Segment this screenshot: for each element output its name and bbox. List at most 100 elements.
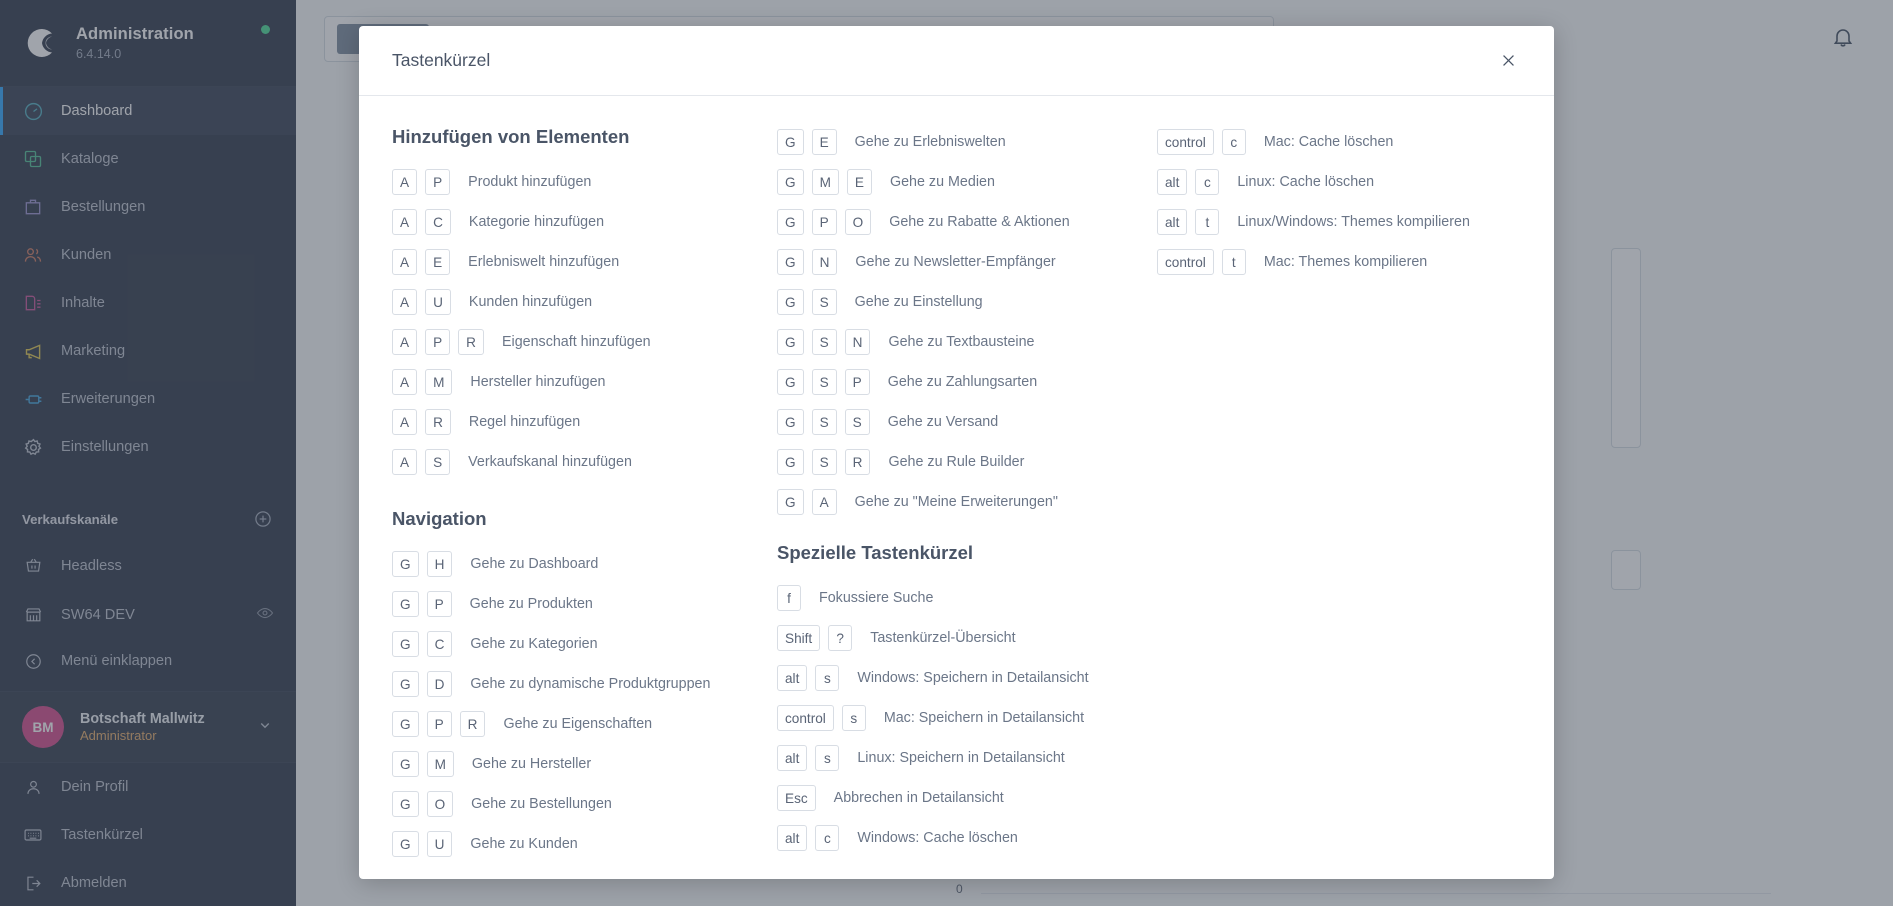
key-cap: G: [777, 209, 804, 235]
modal-column-3: control c Mac: Cache löschen alt c Linux: Cac…: [1157, 122, 1554, 869]
shortcuts-modal: Tastenkürzel Hinzufügen von Elementen AP…: [359, 26, 1554, 879]
key-cap: s: [841, 705, 866, 731]
shortcut-row: G S N Gehe zu Textbausteine: [777, 322, 1157, 362]
key-cap: G: [777, 129, 804, 155]
shortcut-label: Eigenschaft hinzufügen: [501, 334, 651, 350]
key-cap: G: [777, 449, 804, 475]
shortcut-row: G S P Gehe zu Zahlungsarten: [777, 362, 1157, 402]
key-cap: alt: [777, 745, 808, 771]
key-cap: control: [1157, 129, 1214, 155]
shortcut-label: Gehe zu Versand: [887, 414, 999, 430]
shortcut-label: Gehe zu Einstellung: [854, 294, 983, 310]
shortcut-row: G A Gehe zu "Meine Erweiterungen": [777, 482, 1157, 522]
shortcut-label: Gehe zu Kategorien: [470, 636, 598, 652]
shortcut-label: Gehe zu Rabatte & Aktionen: [889, 214, 1070, 230]
shortcut-label: Windows: Speichern in Detailansicht: [857, 670, 1089, 686]
key-cap: S: [811, 289, 837, 315]
key-cap: O: [844, 209, 872, 235]
key-cap: G: [392, 711, 419, 737]
key-cap: A: [392, 449, 418, 475]
shortcut-row: Shift? Tastenkürzel-Übersicht: [777, 618, 1157, 658]
key-cap: C: [426, 631, 453, 657]
shortcut-row: G P Gehe zu Produkten: [392, 584, 777, 624]
shortcut-row: alt s Windows: Speichern in Detailansicht: [777, 658, 1157, 698]
key-cap: control: [777, 705, 834, 731]
key-cap: t: [1221, 249, 1246, 275]
shortcut-label: Mac: Cache löschen: [1263, 134, 1394, 150]
key-cap: U: [425, 289, 451, 315]
section-heading-add-elements: Hinzufügen von Elementen: [392, 126, 630, 147]
shortcut-row: A C Kategorie hinzufügen: [392, 202, 777, 242]
key-cap: t: [1195, 209, 1220, 235]
shortcut-row: G E Gehe zu Erlebniswelten: [777, 122, 1157, 162]
shortcut-label: Hersteller hinzufügen: [470, 374, 606, 390]
key-cap: G: [392, 751, 419, 777]
shortcut-row: G C Gehe zu Kategorien: [392, 624, 777, 664]
key-cap: G: [777, 249, 804, 275]
key-cap: E: [846, 169, 872, 195]
key-cap: c: [815, 825, 840, 851]
key-cap: R: [425, 409, 451, 435]
shortcut-row: G S R Gehe zu Rule Builder: [777, 442, 1157, 482]
shortcut-label: Fokussiere Suche: [819, 590, 934, 606]
shortcut-row: control c Mac: Cache löschen: [1157, 122, 1554, 162]
key-cap: f: [777, 585, 801, 611]
key-cap: G: [392, 831, 419, 857]
key-cap: E: [811, 129, 837, 155]
key-cap: A: [392, 209, 418, 235]
shortcut-label: Erlebniswelt hinzufügen: [468, 254, 620, 270]
key-cap: N: [844, 329, 871, 355]
key-cap: alt: [777, 825, 808, 851]
key-cap: G: [392, 791, 419, 817]
shortcut-label: Gehe zu Rule Builder: [888, 454, 1025, 470]
key-cap: M: [811, 169, 839, 195]
key-cap: R: [458, 329, 484, 355]
key-cap: P: [844, 369, 870, 395]
shortcut-label: Kategorie hinzufügen: [468, 214, 605, 230]
key-cap: U: [426, 831, 453, 857]
key-cap: alt: [1157, 209, 1188, 235]
key-cap: G: [777, 409, 804, 435]
key-cap: S: [811, 329, 837, 355]
key-cap: D: [426, 671, 453, 697]
key-cap: G: [777, 369, 804, 395]
shortcut-label: Gehe zu Newsletter-Empfänger: [855, 254, 1056, 270]
shortcut-label: Gehe zu Produkten: [469, 596, 593, 612]
shortcut-label: Verkaufskanal hinzufügen: [468, 454, 632, 470]
key-cap: S: [844, 409, 870, 435]
shortcut-label: Linux: Cache löschen: [1237, 174, 1375, 190]
shortcut-row: G H Gehe zu Dashboard: [392, 544, 777, 584]
shortcut-row: A P Produkt hinzufügen: [392, 162, 777, 202]
key-cap: P: [811, 209, 837, 235]
shortcut-list-special-continued: control c Mac: Cache löschen alt c Linux: Cac…: [1157, 122, 1554, 282]
shortcut-label: Linux/Windows: Themes kompilieren: [1237, 214, 1470, 230]
modal-header: Tastenkürzel: [359, 26, 1554, 96]
shortcut-label: Regel hinzufügen: [468, 414, 581, 430]
key-cap: control: [1157, 249, 1214, 275]
app-root: Administration 6.4.14.0 Dashboard: [0, 0, 1893, 906]
shortcut-row: alt c Windows: Cache löschen: [777, 818, 1157, 858]
shortcut-row: G M E Gehe zu Medien: [777, 162, 1157, 202]
shortcut-label: Windows: Cache löschen: [857, 830, 1018, 846]
shortcut-row: G M Gehe zu Hersteller: [392, 744, 777, 784]
key-cap: alt: [1157, 169, 1188, 195]
shortcut-label: Gehe zu Eigenschaften: [503, 716, 653, 732]
shortcut-label: Mac: Themes kompilieren: [1263, 254, 1428, 270]
key-cap: A: [392, 369, 418, 395]
shortcut-row: G N Gehe zu Newsletter-Empfänger: [777, 242, 1157, 282]
shortcut-label: Kunden hinzufügen: [468, 294, 593, 310]
shortcut-label: Mac: Speichern in Detailansicht: [883, 710, 1085, 726]
shortcut-label: Gehe zu Medien: [889, 174, 995, 190]
key-cap: c: [1221, 129, 1246, 155]
shortcut-label: Gehe zu Kunden: [470, 836, 578, 852]
key-cap: R: [844, 449, 871, 475]
shortcut-row: G P O Gehe zu Rabatte & Aktionen: [777, 202, 1157, 242]
shortcut-label: Gehe zu dynamische Produktgruppen: [470, 676, 711, 692]
key-cap: R: [459, 711, 486, 737]
shortcut-row: G P R Gehe zu Eigenschaften: [392, 704, 777, 744]
close-icon[interactable]: [1495, 48, 1521, 74]
key-cap: ?: [828, 625, 853, 651]
key-cap: M: [425, 369, 453, 395]
key-cap: S: [811, 369, 837, 395]
shortcut-row: Esc Abbrechen in Detailansicht: [777, 778, 1157, 818]
